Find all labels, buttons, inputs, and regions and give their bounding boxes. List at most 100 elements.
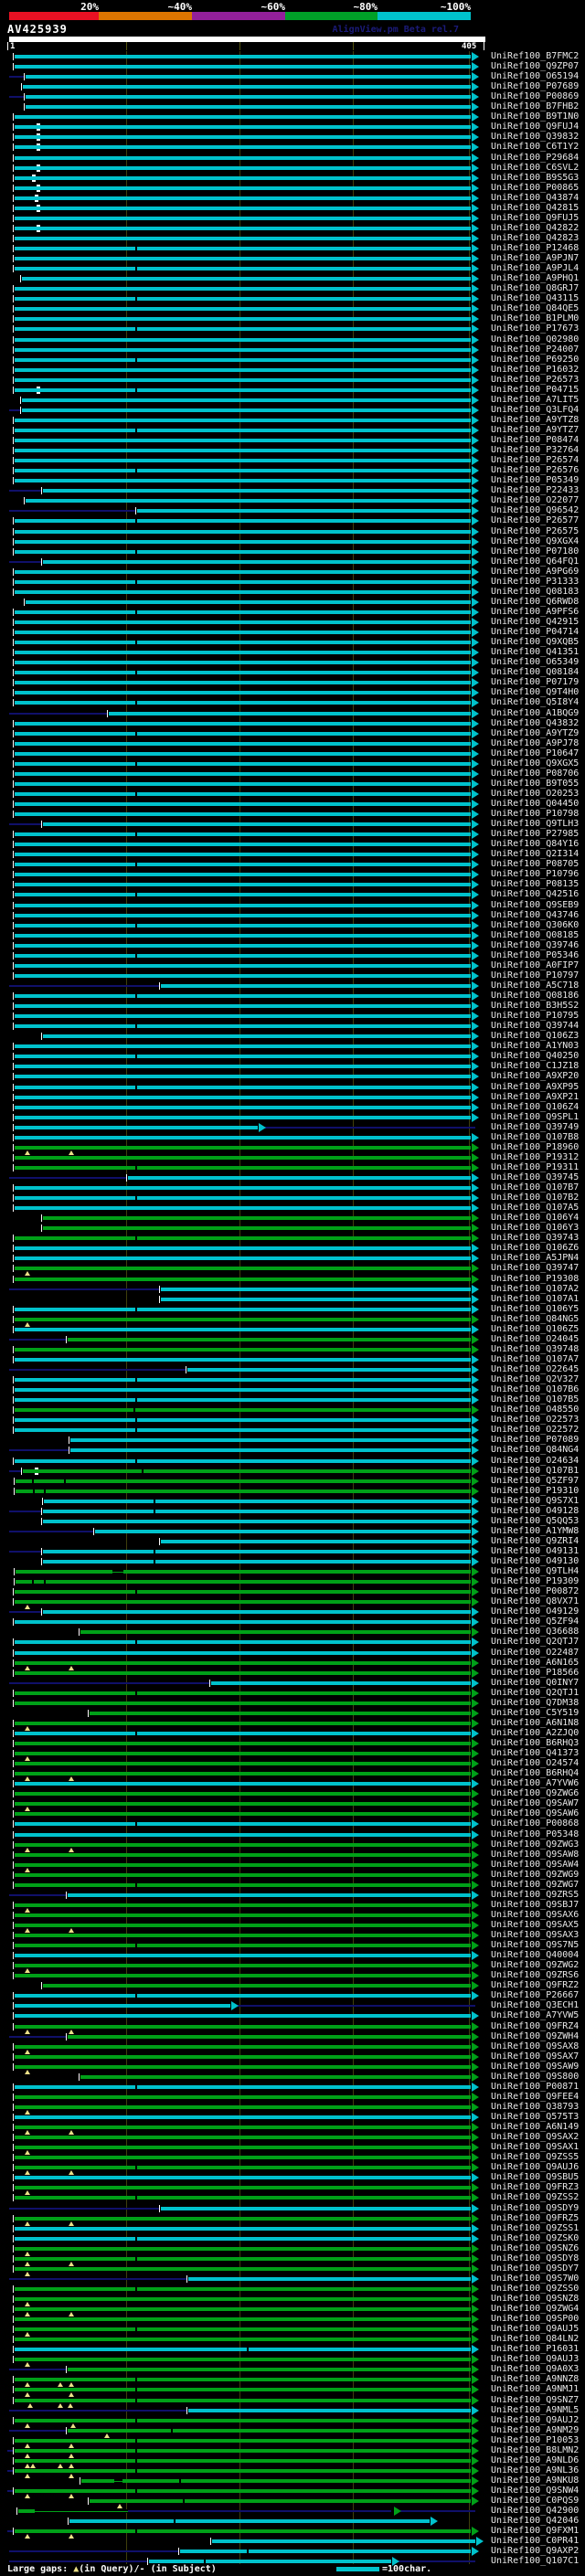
hit-label[interactable]: UniRef100_P19308 bbox=[491, 1274, 579, 1284]
hit-label[interactable]: UniRef100_Q38793 bbox=[491, 2102, 579, 2112]
hit-label[interactable]: UniRef100_Q9S7N5 bbox=[491, 1940, 579, 1950]
hit-label[interactable]: UniRef100_A7YVW6 bbox=[491, 1778, 579, 1788]
hit-label[interactable]: UniRef100_A9PFS6 bbox=[491, 607, 579, 617]
hit-label[interactable]: UniRef100_O20253 bbox=[491, 789, 579, 799]
hit-label[interactable]: UniRef100_P16032 bbox=[491, 365, 579, 375]
hit-label[interactable]: UniRef100_P00868 bbox=[491, 1818, 579, 1829]
hit-label[interactable]: UniRef100_Q106Z3 bbox=[491, 1031, 579, 1041]
hit-label[interactable]: UniRef100_Q9SDY9 bbox=[491, 2203, 579, 2213]
hit-label[interactable]: UniRef100_O65349 bbox=[491, 657, 579, 667]
hit-label[interactable]: UniRef100_Q3ECH1 bbox=[491, 2000, 579, 2010]
hit-label[interactable]: UniRef100_P07089 bbox=[491, 1435, 579, 1445]
hit-label[interactable]: UniRef100_Q9ZSK0 bbox=[491, 2233, 579, 2243]
hit-label[interactable]: UniRef100_Q9ZRI4 bbox=[491, 1536, 579, 1546]
hit-label[interactable]: UniRef100_Q8GRJ7 bbox=[491, 283, 579, 293]
hit-label[interactable]: UniRef100_Q84NG5 bbox=[491, 1314, 579, 1324]
hit-label[interactable]: UniRef100_Q9TLH4 bbox=[491, 1566, 579, 1576]
hit-label[interactable]: UniRef100_B9T055 bbox=[491, 779, 579, 789]
hit-label[interactable]: UniRef100_Q9AUJ5 bbox=[491, 2324, 579, 2334]
hit-label[interactable]: UniRef100_Q9SNZ6 bbox=[491, 2243, 579, 2253]
hit-label[interactable]: UniRef100_Q106Y4 bbox=[491, 1213, 579, 1223]
hit-label[interactable]: UniRef100_Q9SNW4 bbox=[491, 2486, 579, 2496]
hit-label[interactable]: UniRef100_Q36688 bbox=[491, 1627, 579, 1637]
hit-label[interactable]: UniRef100_P05346 bbox=[491, 950, 579, 960]
hit-label[interactable]: UniRef100_Q8VX71 bbox=[491, 1596, 579, 1606]
hit-label[interactable]: UniRef100_P08135 bbox=[491, 879, 579, 889]
hit-label[interactable]: UniRef100_Q306K0 bbox=[491, 920, 579, 930]
hit-label[interactable]: UniRef100_Q9ZWG9 bbox=[491, 1870, 579, 1880]
hit-label[interactable]: UniRef100_Q08185 bbox=[491, 930, 579, 940]
hit-label[interactable]: UniRef100_B6RHQ4 bbox=[491, 1768, 579, 1778]
hit-label[interactable]: UniRef100_Q9SAX3 bbox=[491, 1930, 579, 1940]
hit-label[interactable]: UniRef100_Q64FQ1 bbox=[491, 557, 579, 567]
hit-label[interactable]: UniRef100_P16031 bbox=[491, 2344, 579, 2354]
hit-label[interactable]: UniRef100_Q96542 bbox=[491, 505, 579, 515]
hit-label[interactable]: UniRef100_O24574 bbox=[491, 1758, 579, 1768]
hit-label[interactable]: UniRef100_Q08186 bbox=[491, 991, 579, 1001]
hit-label[interactable]: UniRef100_O49128 bbox=[491, 1506, 579, 1516]
hit-label[interactable]: UniRef100_A9YTZ9 bbox=[491, 728, 579, 738]
hit-label[interactable]: UniRef100_P10647 bbox=[491, 748, 579, 758]
hit-label[interactable]: UniRef100_Q9S800 bbox=[491, 2072, 579, 2082]
hit-label[interactable]: UniRef100_Q42823 bbox=[491, 233, 579, 243]
hit-label[interactable]: UniRef100_Q9SAW6 bbox=[491, 1808, 579, 1818]
hit-label[interactable]: UniRef100_Q107B8 bbox=[491, 1132, 579, 1142]
hit-label[interactable]: UniRef100_Q9ZSS2 bbox=[491, 2192, 579, 2202]
hit-label[interactable]: UniRef100_Q40004 bbox=[491, 1950, 579, 1960]
hit-label[interactable]: UniRef100_Q106Y5 bbox=[491, 1304, 579, 1314]
hit-label[interactable]: UniRef100_Q2I314 bbox=[491, 849, 579, 859]
hit-label[interactable]: UniRef100_Q42822 bbox=[491, 223, 579, 233]
hit-label[interactable]: UniRef100_Q575T3 bbox=[491, 2112, 579, 2122]
hit-label[interactable]: UniRef100_Q9SAX8 bbox=[491, 2041, 579, 2051]
hit-label[interactable]: UniRef100_P10795 bbox=[491, 1011, 579, 1021]
hit-label[interactable]: UniRef100_Q84Y16 bbox=[491, 839, 579, 849]
hit-label[interactable]: UniRef100_P26575 bbox=[491, 526, 579, 536]
hit-label[interactable]: UniRef100_Q107A7 bbox=[491, 1354, 579, 1364]
hit-label[interactable]: UniRef100_A6N149 bbox=[491, 2122, 579, 2132]
hit-label[interactable]: UniRef100_Q9XQB5 bbox=[491, 637, 579, 647]
hit-label[interactable]: UniRef100_P19312 bbox=[491, 1152, 579, 1162]
hit-label[interactable]: UniRef100_P00869 bbox=[491, 91, 579, 101]
hit-label[interactable]: UniRef100_P26576 bbox=[491, 465, 579, 475]
hit-label[interactable]: UniRef100_P08705 bbox=[491, 859, 579, 869]
hit-label[interactable]: UniRef100_Q9ZWG2 bbox=[491, 1960, 579, 1970]
hit-label[interactable]: UniRef100_Q9TLH3 bbox=[491, 819, 579, 829]
hit-label[interactable]: UniRef100_Q106Z6 bbox=[491, 1243, 579, 1253]
hit-label[interactable]: UniRef100_A5C718 bbox=[491, 981, 579, 991]
hit-label[interactable]: UniRef100_O22077 bbox=[491, 495, 579, 505]
hit-label[interactable]: UniRef100_Q9SAW8 bbox=[491, 1850, 579, 1860]
hit-label[interactable]: UniRef100_P10053 bbox=[491, 2435, 579, 2445]
hit-label[interactable]: UniRef100_Q42046 bbox=[491, 2516, 579, 2526]
hit-label[interactable]: UniRef100_P04714 bbox=[491, 627, 579, 637]
hit-label[interactable]: UniRef100_B8LMN2 bbox=[491, 2445, 579, 2455]
hit-label[interactable]: UniRef100_Q9FUJ4 bbox=[491, 122, 579, 132]
hit-label[interactable]: UniRef100_Q9SBJ7 bbox=[491, 1900, 579, 1910]
hit-label[interactable]: UniRef100_P10796 bbox=[491, 869, 579, 879]
hit-label[interactable]: UniRef100_Q6RWD8 bbox=[491, 597, 579, 607]
hit-label[interactable]: UniRef100_Q9SP00 bbox=[491, 2314, 579, 2324]
hit-label[interactable]: UniRef100_Q107B7 bbox=[491, 1182, 579, 1193]
hit-label[interactable]: UniRef100_Q9AUJ2 bbox=[491, 2415, 579, 2425]
hit-label[interactable]: UniRef100_P05349 bbox=[491, 475, 579, 485]
hit-label[interactable]: UniRef100_P27985 bbox=[491, 829, 579, 839]
hit-label[interactable]: UniRef100_A9YTZ8 bbox=[491, 415, 579, 425]
hit-label[interactable]: UniRef100_A9NNZ8 bbox=[491, 2374, 579, 2384]
hit-label[interactable]: UniRef100_O22572 bbox=[491, 1425, 579, 1435]
hit-label[interactable]: UniRef100_Q9SPL1 bbox=[491, 1112, 579, 1122]
hit-label[interactable]: UniRef100_Q39743 bbox=[491, 1233, 579, 1243]
hit-label[interactable]: UniRef100_Q9SDY7 bbox=[491, 2263, 579, 2274]
hit-label[interactable]: UniRef100_Q9S7W0 bbox=[491, 2274, 579, 2284]
hit-label[interactable]: UniRef100_Q84LN2 bbox=[491, 2334, 579, 2344]
hit-label[interactable]: UniRef100_A9NMJ1 bbox=[491, 2384, 579, 2394]
hit-label[interactable]: UniRef100_Q107A5 bbox=[491, 1203, 579, 1213]
hit-label[interactable]: UniRef100_Q39746 bbox=[491, 940, 579, 950]
hit-label[interactable]: UniRef100_A6N165 bbox=[491, 1658, 579, 1668]
hit-label[interactable]: UniRef100_P05348 bbox=[491, 1829, 579, 1839]
hit-label[interactable]: UniRef100_A9PHQ1 bbox=[491, 273, 579, 283]
hit-label[interactable]: UniRef100_P26667 bbox=[491, 1990, 579, 2000]
hit-label[interactable]: UniRef100_O49131 bbox=[491, 1546, 579, 1556]
hit-label[interactable]: UniRef100_Q9ZWG4 bbox=[491, 2304, 579, 2314]
hit-label[interactable]: UniRef100_Q9ZWG6 bbox=[491, 1788, 579, 1798]
hit-label[interactable]: UniRef100_Q5QQ53 bbox=[491, 1516, 579, 1526]
hit-label[interactable]: UniRef100_Q0INY7 bbox=[491, 1678, 579, 1688]
